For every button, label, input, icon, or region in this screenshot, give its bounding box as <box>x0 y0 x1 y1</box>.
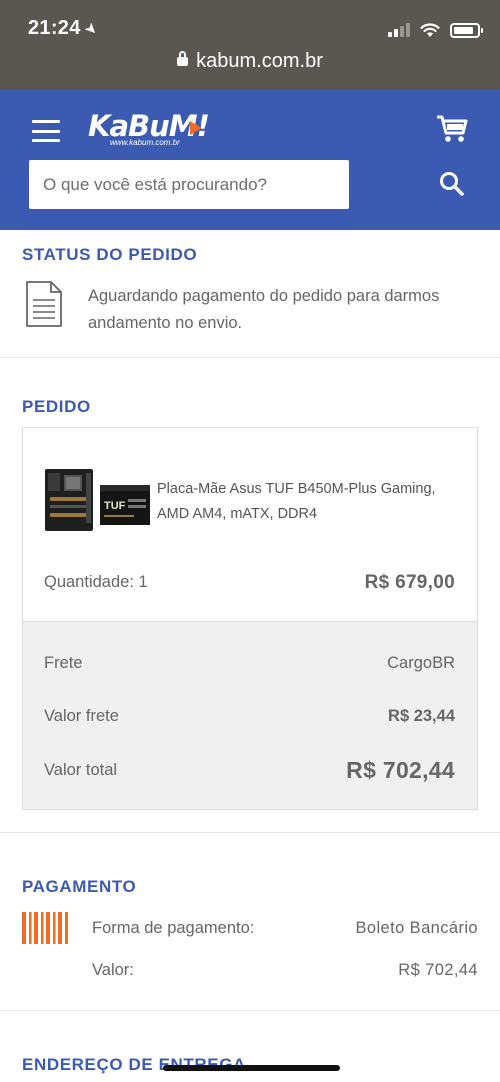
total-label: Valor total <box>44 761 118 779</box>
shipping-value: CargoBR <box>387 654 455 672</box>
cart-icon[interactable] <box>436 114 468 144</box>
signal-icon <box>388 23 410 37</box>
payment-method-value: Boleto Bancário <box>355 919 478 937</box>
order-status-title: STATUS DO PEDIDO <box>22 245 198 264</box>
location-arrow-icon: ➤ <box>80 18 102 40</box>
document-icon <box>26 281 62 327</box>
site-header: KaBuM! www.kabum.com.br <box>0 90 500 230</box>
shipping-cost-value: R$ 23,44 <box>388 707 455 725</box>
payment-amount-label: Valor: <box>92 961 134 979</box>
url-bar[interactable]: kabum.com.br <box>0 50 500 73</box>
menu-button[interactable] <box>32 120 60 142</box>
status-icons <box>388 20 483 40</box>
divider <box>0 832 500 833</box>
divider <box>0 1010 500 1011</box>
product-name[interactable]: Placa-Mãe Asus TUF B450M-Plus Gaming, AM… <box>157 477 457 527</box>
battery-icon <box>450 22 483 38</box>
shipping-cost-label: Valor frete <box>44 707 119 725</box>
order-status-message: Aguardando pagamento do pedido para darm… <box>88 287 440 332</box>
barcode-icon <box>22 912 68 944</box>
payment-title: PAGAMENTO <box>22 877 137 896</box>
kabum-logo[interactable]: KaBuM! www.kabum.com.br <box>88 108 210 152</box>
payment-method-label: Forma de pagamento: <box>92 919 255 937</box>
payment-amount-value: R$ 702,44 <box>398 961 478 979</box>
quantity-label: Quantidade: 1 <box>44 573 148 591</box>
total-value: R$ 702,44 <box>346 757 455 783</box>
order-summary: Frete CargoBR Valor frete R$ 23,44 Valor… <box>23 621 477 809</box>
wifi-icon <box>420 22 440 37</box>
divider <box>0 357 500 358</box>
browser-top-bar: 21:24➤ kabum.com.br <box>0 0 500 90</box>
home-indicator[interactable] <box>163 1065 340 1071</box>
url-text[interactable]: kabum.com.br <box>196 50 323 72</box>
shipping-label: Frete <box>44 654 83 672</box>
order-title: PEDIDO <box>22 397 91 416</box>
logo-subtext: www.kabum.com.br <box>110 138 180 147</box>
logo-arrow-icon <box>190 121 202 135</box>
svg-text:TUF: TUF <box>104 500 126 512</box>
search-icon[interactable] <box>438 170 466 198</box>
order-card: TUF Placa-Mãe Asus TUF B450M-Plus Gaming… <box>22 427 478 810</box>
status-time: 21:24➤ <box>28 17 101 40</box>
product-price: R$ 679,00 <box>364 572 455 593</box>
status-time-text: 21:24 <box>28 17 81 39</box>
product-image[interactable]: TUF <box>44 465 152 535</box>
lock-icon <box>177 51 189 66</box>
search-input[interactable] <box>29 160 349 209</box>
